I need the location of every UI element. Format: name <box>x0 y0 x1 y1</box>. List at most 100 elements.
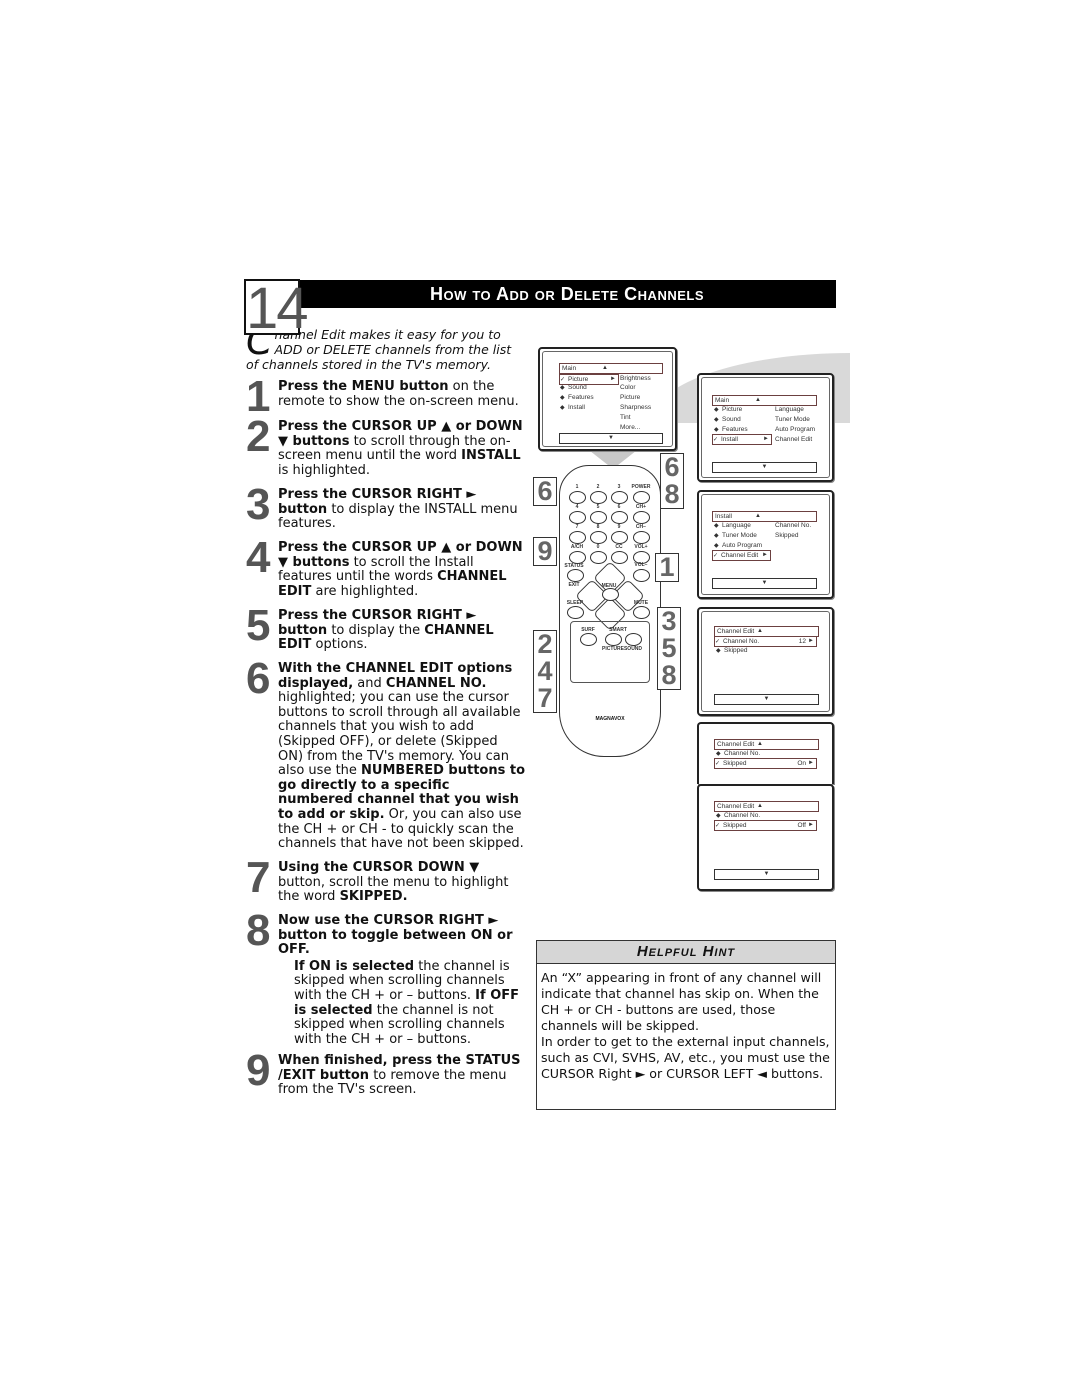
page-number-box: 14 <box>244 276 309 341</box>
step-bold: Press the MENU button <box>278 379 449 394</box>
tv-screen-main-install: Main ▲ ◆ Picture ◆ Sound ◆ Features ✓ Install… <box>697 373 834 482</box>
menu-item: ◆ Sound <box>714 416 741 423</box>
tv-screen-main-picture: Main ▲ ✓ Picture ► ◆ Sound ◆ Features ◆ Instal… <box>538 347 677 451</box>
page-number: 14 <box>246 276 309 341</box>
diamond-icon: ◆ <box>714 407 719 413</box>
submenu-item: Tint <box>620 414 631 421</box>
step-9: 9 When finished, press the STATUS /EXIT … <box>246 1046 526 1098</box>
step-5: 5 Press the CURSOR RIGHT ► button to dis… <box>246 601 526 653</box>
button-2[interactable] <box>590 491 607 504</box>
button-8[interactable] <box>590 531 607 544</box>
button-label: PICTURE <box>602 646 624 652</box>
menu-item-selected: ✓ Skipped Off ► <box>714 820 817 831</box>
status-button[interactable] <box>567 569 584 582</box>
submenu-item: More... <box>620 424 641 431</box>
menu-item: ◆ Channel No. <box>716 750 761 757</box>
step-text: to display the <box>327 622 425 638</box>
step-bold: SKIPPED. <box>339 889 408 905</box>
button-label: 5 <box>596 504 600 510</box>
sleep-button[interactable] <box>567 606 584 619</box>
right-arrow-icon: ► <box>762 552 768 558</box>
menu-item: ◆ Install <box>560 404 585 411</box>
section-title-bar: How to Add or Delete Channels <box>298 280 836 308</box>
step-bold: CHANNEL NO. <box>385 675 487 691</box>
step-4: 4 Press the CURSOR UP ▲ or DOWN ▼ button… <box>246 536 526 599</box>
channel-up-button[interactable] <box>633 511 650 524</box>
scroll-down-icon: ▼ <box>712 578 817 589</box>
menu-item: ◆ Features <box>560 394 594 401</box>
skipped-value: Off <box>797 822 806 829</box>
hint-title: Helpful Hint <box>537 941 835 964</box>
surf-button[interactable] <box>580 633 597 646</box>
check-icon: ✓ <box>715 761 721 767</box>
step-number: 9 <box>246 1046 271 1095</box>
scroll-down-icon: ▼ <box>559 433 663 444</box>
step-text: is highlighted. <box>278 462 371 478</box>
channel-number-value: 12 <box>798 638 806 645</box>
button-label: CC <box>615 544 623 550</box>
diamond-icon: ◆ <box>560 385 565 391</box>
step-text: are highlighted. <box>311 583 419 599</box>
button-6[interactable] <box>611 511 628 524</box>
button-label: 8 <box>596 524 600 530</box>
button-label: 0 <box>596 544 600 550</box>
step-number: 6 <box>246 654 271 703</box>
section-title: How to Add or Delete Channels <box>429 284 705 304</box>
step-text: and <box>353 675 386 691</box>
submenu-item: Color <box>620 384 636 391</box>
callout-left-top: 6 <box>533 477 557 506</box>
button-1[interactable] <box>569 491 586 504</box>
diamond-icon: ◆ <box>714 533 719 539</box>
diamond-icon: ◆ <box>560 395 565 401</box>
step-text: options. <box>311 637 368 653</box>
submenu-item: Skipped <box>775 532 799 539</box>
closed-caption-button[interactable] <box>611 551 628 564</box>
step-number: 7 <box>246 853 271 902</box>
step-bold: Now use the CURSOR RIGHT ► button to tog… <box>278 913 513 958</box>
mute-button[interactable] <box>633 606 650 619</box>
button-label: 1 <box>575 484 579 490</box>
tv-screen-channel-edit-number: Channel Edit ▲ ✓ Channel No. 12 ► ◆ Skipped ▼ <box>697 607 834 716</box>
menu-item: ◆ Auto Program <box>714 542 763 549</box>
button-9[interactable] <box>611 531 628 544</box>
button-3[interactable] <box>611 491 628 504</box>
submenu-item: Picture <box>620 394 641 401</box>
power-button[interactable] <box>633 491 650 504</box>
menu-item: ◆ Picture <box>714 406 743 413</box>
step-number: 5 <box>246 601 271 650</box>
submenu-item: Tuner Mode <box>775 416 810 423</box>
menu-button[interactable] <box>602 588 619 601</box>
smart-sound-button[interactable] <box>625 633 642 646</box>
tv-screen-skipped-off: Channel Edit ▲ ◆ Channel No. ✓ Skipped Off ► … <box>697 784 834 891</box>
smart-picture-button[interactable] <box>605 633 622 646</box>
button-7[interactable] <box>569 531 586 544</box>
submenu-item: Auto Program <box>775 426 816 433</box>
check-icon: ✓ <box>713 553 719 559</box>
button-label: CH− <box>635 524 647 530</box>
button-4[interactable] <box>569 511 586 524</box>
button-label: 2 <box>596 484 600 490</box>
button-label: POWER <box>631 484 651 490</box>
right-arrow-icon: ► <box>763 436 769 442</box>
hint-paragraph: An “X” appearing in front of any channel… <box>541 970 822 1033</box>
submenu-item: Language <box>775 406 804 413</box>
button-label: 7 <box>575 524 579 530</box>
menu-title-bar: Main ▲ <box>559 363 663 374</box>
tv-screen-install: Install ▲ ◆ Language ◆ Tuner Mode ◆ Auto Pro… <box>697 490 834 599</box>
remote-control: 1 2 3 POWER 4 5 6 CH+ 7 8 9 CH− A/CH 0 C… <box>559 465 661 757</box>
button-5[interactable] <box>590 511 607 524</box>
menu-item: ◆ Language <box>714 522 751 529</box>
step-bold: INSTALL <box>461 448 521 464</box>
submenu-item: Channel Edit <box>775 436 813 443</box>
submenu-item: Sharpness <box>620 404 652 411</box>
button-label: EXIT <box>568 582 580 588</box>
button-label: 4 <box>575 504 579 510</box>
submenu-item: Channel No. <box>775 522 812 529</box>
menu-item: ◆ Skipped <box>716 647 748 654</box>
step-7: 7 Using the CURSOR DOWN ▼ button, scroll… <box>246 853 526 905</box>
channel-down-button[interactable] <box>633 531 650 544</box>
button-label: A/CH <box>570 544 584 550</box>
callout-left-mid: 9 <box>533 537 557 566</box>
volume-down-button[interactable] <box>633 569 650 582</box>
button-0[interactable] <box>590 551 607 564</box>
